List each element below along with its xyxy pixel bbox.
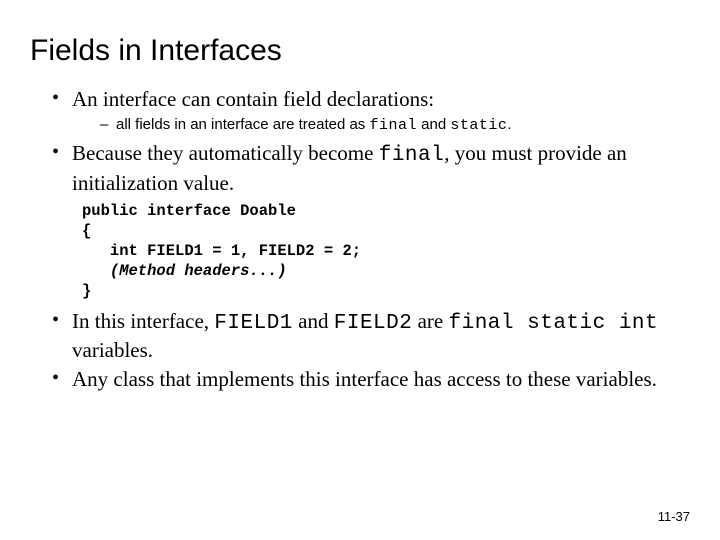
code-field1: FIELD1	[214, 312, 293, 335]
bullet-3-b: variables.	[72, 338, 153, 362]
slide: Fields in Interfaces An interface can co…	[0, 0, 720, 540]
bullet-1-sub-mid: and	[417, 116, 450, 133]
bullet-1-sub: all fields in an interface are treated a…	[106, 115, 690, 136]
bullet-1-sublist: all fields in an interface are treated a…	[90, 115, 690, 136]
code-static: static	[450, 117, 507, 134]
slide-title: Fields in Interfaces	[30, 34, 690, 68]
code-final-2: final	[379, 144, 445, 167]
code-line-4: (Method headers...)	[82, 262, 287, 280]
bullet-3-mid2: are	[412, 309, 448, 333]
bullet-4: Any class that implements this interface…	[60, 366, 690, 393]
code-field2: FIELD2	[334, 312, 413, 335]
code-block: public interface Doable { int FIELD1 = 1…	[82, 201, 690, 302]
bullet-2-a: Because they automatically become	[72, 141, 379, 165]
bullet-1-text: An interface can contain field declarati…	[72, 87, 434, 111]
page-number: 11-37	[658, 509, 690, 524]
code-line-2: {	[82, 222, 91, 240]
code-final-1: final	[369, 117, 417, 134]
bullet-list: An interface can contain field declarati…	[40, 86, 690, 197]
bullet-3-mid1: and	[293, 309, 334, 333]
bullet-3: In this interface, FIELD1 and FIELD2 are…	[60, 308, 690, 365]
bullet-1-sub-end: .	[507, 116, 511, 133]
bullet-4-text: Any class that implements this interface…	[72, 367, 657, 391]
bullet-1-sub-a: all fields in an interface are treated a…	[116, 116, 369, 133]
code-final-static-int: final static int	[449, 312, 659, 335]
code-line-5: }	[82, 282, 91, 300]
bullet-list-2: In this interface, FIELD1 and FIELD2 are…	[40, 308, 690, 394]
code-line-3: int FIELD1 = 1, FIELD2 = 2;	[82, 242, 361, 260]
bullet-2: Because they automatically become final,…	[60, 140, 690, 197]
bullet-1: An interface can contain field declarati…	[60, 86, 690, 136]
code-line-1: public interface Doable	[82, 202, 296, 220]
bullet-3-a: In this interface,	[72, 309, 214, 333]
